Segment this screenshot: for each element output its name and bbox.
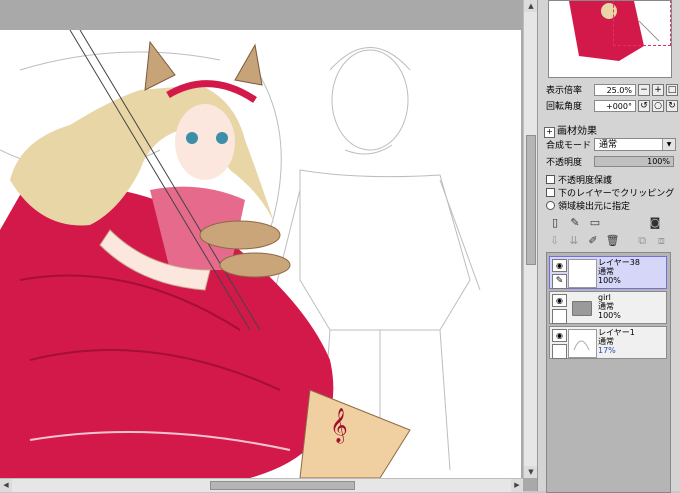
layer-mode: 通常: [598, 267, 614, 276]
layer-opacity: 100%: [598, 311, 621, 320]
layer-list: ◉ ✎ レイヤー38 通常 100% ◉ girl 通常 100% ◉ レイヤー…: [546, 252, 671, 493]
clear-layer-icon[interactable]: ✐: [586, 234, 599, 248]
layer-item[interactable]: ◉ ✎ レイヤー38 通常 100%: [549, 256, 667, 289]
layer-name: レイヤー38: [598, 258, 640, 267]
protect-opacity-checkbox[interactable]: [546, 175, 555, 184]
visibility-eye-icon[interactable]: ◉: [552, 294, 567, 307]
layer-opacity: 17%: [598, 346, 616, 355]
rotation-label: 回転角度: [546, 102, 583, 112]
option-clipping[interactable]: 下のレイヤーでクリッピング: [546, 186, 674, 199]
zoom-in-button[interactable]: +: [652, 83, 664, 96]
option-detect-source[interactable]: 領域検出元に指定: [546, 199, 630, 212]
layer-folder-item[interactable]: ◉ girl 通常 100%: [549, 291, 667, 324]
protect-opacity-label: 不透明度保護: [558, 176, 613, 186]
dropdown-arrow-icon: ▼: [662, 139, 675, 150]
scroll-down-arrow-icon[interactable]: ▼: [524, 466, 538, 478]
blend-row: 合成モード 通常 ▼: [546, 138, 676, 151]
layer-mask-icon[interactable]: ◙: [648, 216, 662, 230]
layer-thumbnail: [568, 259, 597, 288]
brush-effects-header[interactable]: + 画材効果: [544, 122, 597, 138]
layer-info: レイヤー38 通常 100%: [598, 258, 640, 285]
rotate-reset-button[interactable]: ○: [652, 99, 664, 112]
new-layer-icon[interactable]: ▯: [548, 216, 562, 230]
brush-effects-label: 画材効果: [557, 126, 597, 137]
horizontal-scrollbar[interactable]: ◀ ▶: [0, 478, 523, 492]
layer-toolbar-bottom: ⇩ ⇊ ✐ 🗑 ⧉ ⧈: [548, 234, 668, 250]
folder-icon: [572, 301, 592, 316]
detect-source-label: 領域検出元に指定: [558, 202, 631, 212]
rotate-left-button[interactable]: ↺: [638, 99, 650, 112]
lock-checkbox[interactable]: [552, 309, 567, 324]
zoom-value[interactable]: 25.0%: [594, 83, 636, 96]
zoom-out-button[interactable]: −: [638, 83, 650, 96]
zoom-row: 表示倍率 25.0% − + □: [546, 83, 678, 96]
layer-thumbnail: [568, 329, 597, 358]
merge-visible-icon[interactable]: ⧉: [636, 234, 649, 248]
side-panel: 表示倍率 25.0% − + □ 回転角度 +000° ↺ ○ ↻ + 画材効果 …: [537, 0, 680, 493]
delete-layer-icon[interactable]: 🗑: [606, 234, 620, 248]
visibility-eye-icon[interactable]: ◉: [552, 329, 567, 342]
rotation-value[interactable]: +000°: [594, 99, 636, 112]
blend-label: 合成モード: [546, 141, 592, 151]
layer-mode: 通常: [598, 302, 614, 311]
layer-name: girl: [598, 293, 611, 302]
scroll-up-arrow-icon[interactable]: ▲: [524, 0, 538, 12]
clipping-label: 下のレイヤーでクリッピング: [558, 189, 675, 199]
merge-down-icon[interactable]: ⇊: [567, 234, 580, 248]
layer-mode: 通常: [598, 337, 614, 346]
layer-item[interactable]: ◉ レイヤー1 通常 17%: [549, 326, 667, 359]
navigator-view-frame[interactable]: [613, 1, 671, 46]
blend-mode-value: 通常: [599, 140, 618, 150]
rotation-row: 回転角度 +000° ↺ ○ ↻: [546, 99, 678, 112]
transfer-down-icon[interactable]: ⇩: [548, 234, 561, 248]
lock-checkbox[interactable]: [552, 344, 567, 359]
drawing-canvas[interactable]: 𝄞: [0, 30, 521, 478]
layer-opacity: 100%: [598, 276, 621, 285]
scroll-left-arrow-icon[interactable]: ◀: [0, 479, 12, 492]
canvas-area: 𝄞 ▲ ▼ ◀ ▶: [0, 0, 538, 492]
opacity-slider[interactable]: 100%: [594, 156, 674, 167]
blend-mode-select[interactable]: 通常 ▼: [594, 138, 676, 151]
svg-text:𝄞: 𝄞: [330, 408, 348, 444]
layer-info: レイヤー1 通常 17%: [598, 328, 635, 355]
navigator-preview[interactable]: [548, 0, 672, 78]
layer-name: レイヤー1: [598, 328, 635, 337]
sketch-thumbnail: [573, 340, 590, 351]
zoom-label: 表示倍率: [546, 86, 583, 96]
pen-edit-icon[interactable]: ✎: [552, 274, 567, 289]
scroll-right-arrow-icon[interactable]: ▶: [511, 479, 523, 492]
visibility-eye-icon[interactable]: ◉: [552, 259, 567, 272]
rotate-right-button[interactable]: ↻: [666, 99, 678, 112]
vertical-scroll-thumb[interactable]: [526, 135, 536, 265]
detect-source-radio[interactable]: [546, 201, 555, 210]
zoom-reset-button[interactable]: □: [666, 83, 678, 96]
vertical-scrollbar[interactable]: ▲ ▼: [523, 0, 538, 478]
layer-info: girl 通常 100%: [598, 293, 621, 320]
clipping-checkbox[interactable]: [546, 188, 555, 197]
merge-all-icon[interactable]: ⧈: [655, 234, 668, 248]
horizontal-scroll-thumb[interactable]: [210, 481, 355, 490]
option-protect-opacity[interactable]: 不透明度保護: [546, 173, 612, 186]
new-linework-layer-icon[interactable]: ✎: [568, 216, 582, 230]
artwork: 𝄞: [0, 30, 481, 478]
opacity-label: 不透明度: [546, 158, 583, 168]
opacity-row: 不透明度 100%: [546, 155, 674, 168]
new-folder-icon[interactable]: ▭: [588, 216, 602, 230]
expand-icon: +: [544, 127, 555, 138]
layer-toolbar-top: ▯ ✎ ▭ ◙: [548, 216, 668, 232]
